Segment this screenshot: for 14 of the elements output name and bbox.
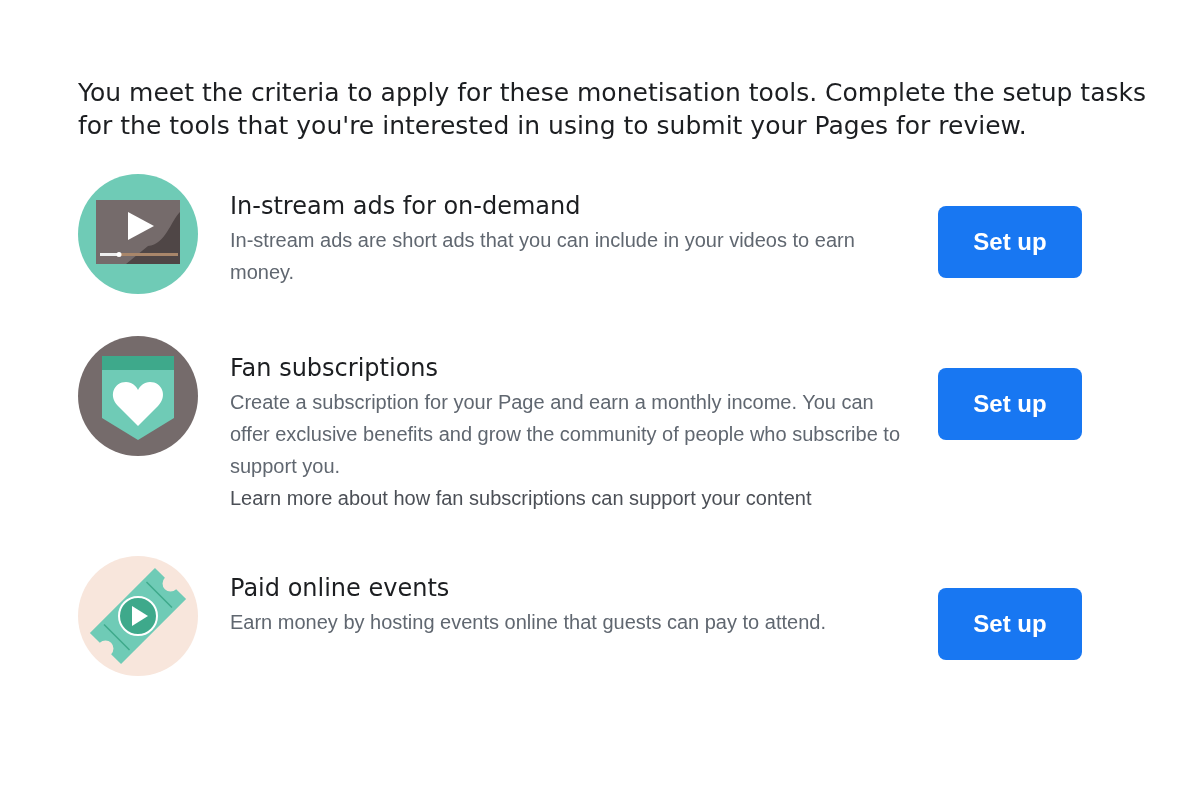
intro-text: You meet the criteria to apply for these monetisation tools. Complete the setup tasks for the tools that you're interested in using to submit your Pages for review. — [78, 77, 1147, 142]
tool-description: In-stream ads are short ads that you can include in your videos to earn money. — [230, 228, 856, 285]
tool-description: Create a subscription for your Page and earn a monthly income. You can offer exclusive benefits and grow the community of people who subscribe to support you. Learn more about how fan subscriptions can support your content — [230, 390, 901, 511]
tool-title: In-stream ads for on-demand — [230, 192, 582, 220]
tool-title: Paid online events — [230, 574, 451, 602]
video-player-icon — [78, 174, 198, 294]
learn-more-link[interactable]: Learn more about how fan subscriptions can support your content — [230, 487, 812, 509]
set-up-button[interactable]: Set up — [938, 588, 1082, 660]
tool-description: Earn money by hosting events online that guests can pay to attend. — [230, 610, 827, 635]
set-up-button[interactable]: Set up — [938, 206, 1082, 278]
heart-badge-icon — [78, 336, 198, 456]
ticket-icon — [78, 556, 198, 676]
set-up-button[interactable]: Set up — [938, 368, 1082, 440]
tool-title: Fan subscriptions — [230, 354, 440, 382]
